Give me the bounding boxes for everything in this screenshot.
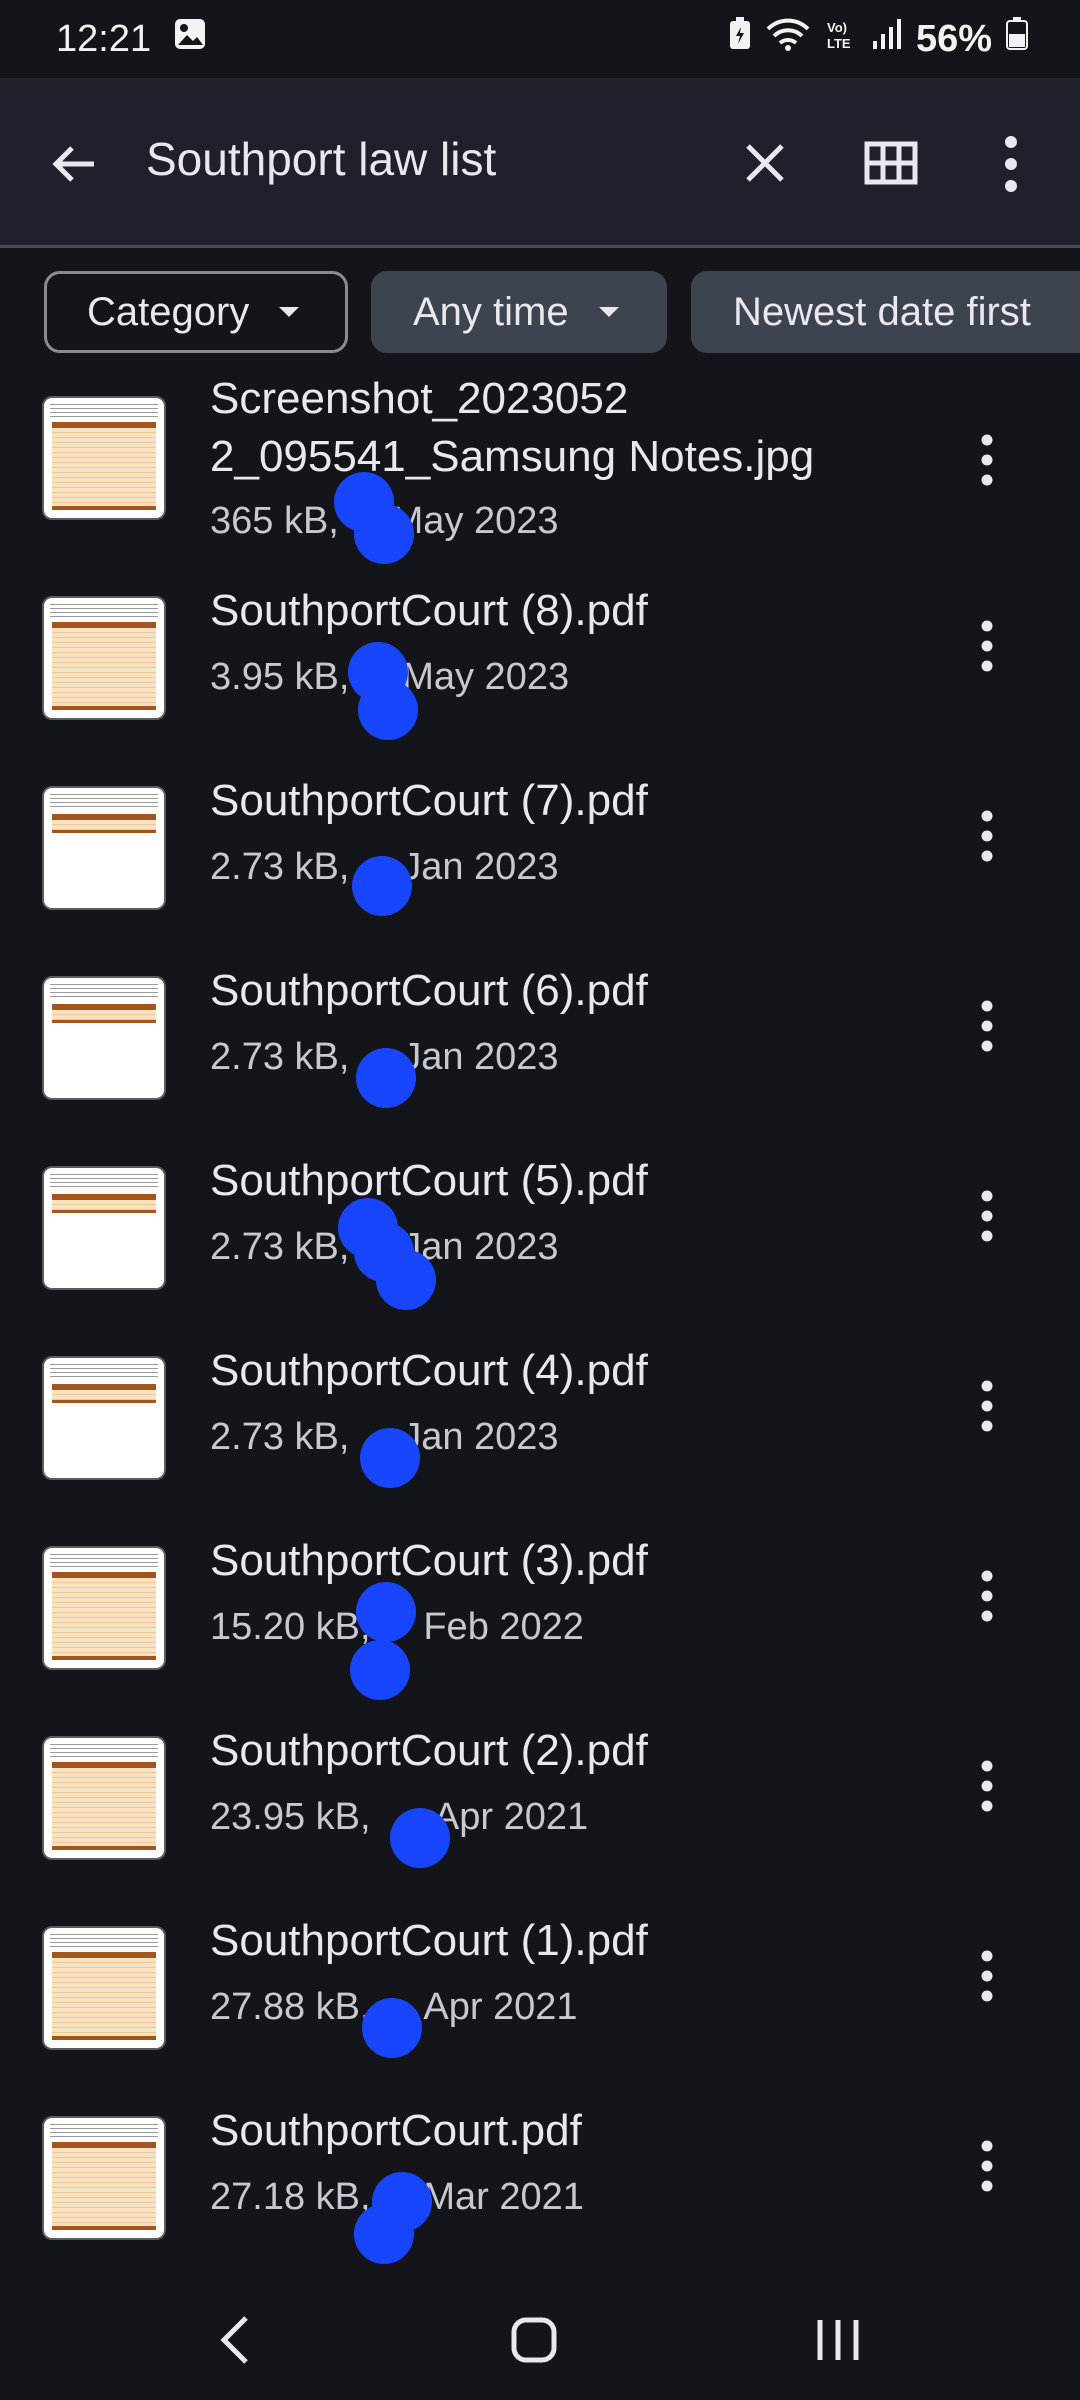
file-row[interactable]: Screenshot_2023052 2_095541_Samsung Note… [0,360,1080,550]
volte-icon: Vo) LTE [824,17,858,61]
status-left: 12:21 [56,17,207,61]
battery-saver-icon [728,17,752,61]
arrow-back-icon[interactable] [46,136,102,192]
file-name: SouthportCourt (7).pdf [210,776,648,825]
nav-home-icon[interactable] [504,2310,564,2370]
file-thumbnail [42,396,166,520]
more-vert-icon[interactable] [974,2138,1000,2194]
status-bar: 12:21 Vo) LTE 56% [0,0,1080,78]
touch-indicator-dot [350,1640,410,1700]
dropdown-caret-icon [279,307,300,317]
more-vert-icon[interactable] [974,1378,1000,1434]
file-row[interactable]: SouthportCourt (2).pdf 23.95 kB, Apr 202… [0,1722,1080,1912]
time-chip-label: Any time [413,289,569,334]
file-name: Screenshot_2023052 [210,374,629,423]
status-right: Vo) LTE 56% [728,17,1028,61]
more-vert-icon[interactable] [974,1758,1000,1814]
more-vert-icon[interactable] [974,618,1000,674]
search-app-bar: Southport law list [0,78,1080,248]
more-vert-icon[interactable] [974,1948,1000,2004]
close-icon[interactable] [740,138,790,188]
more-vert-icon[interactable] [974,1188,1000,1244]
file-row[interactable]: SouthportCourt (6).pdf 2.73 kB, Jan 2023 [0,962,1080,1152]
file-row[interactable]: SouthportCourt (1).pdf 27.88 kB, Apr 202… [0,1912,1080,2102]
file-name: SouthportCourt (4).pdf [210,1346,648,1395]
file-name: SouthportCourt (5).pdf [210,1156,648,1205]
category-chip[interactable]: Category [44,271,348,353]
system-nav-bar [0,2280,1080,2400]
file-thumbnail [42,1166,166,1290]
more-vert-icon[interactable] [974,1568,1000,1624]
signal-icon [872,17,902,61]
file-row[interactable]: SouthportCourt (4).pdf 2.73 kB, Jan 2023 [0,1342,1080,1532]
touch-indicator-dot [356,1582,416,1642]
file-row[interactable]: SouthportCourt (3).pdf 15.20 kB, Feb 202… [0,1532,1080,1722]
file-name: SouthportCourt (8).pdf [210,586,648,635]
file-thumbnail [42,1926,166,2050]
status-time: 12:21 [56,17,152,60]
file-name-line2: 2_095541_Samsung Notes.jpg [210,432,815,481]
file-thumbnail [42,786,166,910]
touch-indicator-dot [354,2204,414,2264]
battery-percent: 56% [915,17,992,60]
touch-indicator-dot [356,1048,416,1108]
more-vert-icon[interactable] [998,134,1024,194]
file-row[interactable]: SouthportCourt.pdf 27.18 kB, Mar 2021 [0,2102,1080,2292]
grid-view-icon[interactable] [864,136,918,190]
more-vert-icon[interactable] [974,432,1000,488]
file-name: SouthportCourt (1).pdf [210,1916,648,1965]
file-thumbnail [42,1546,166,1670]
time-chip[interactable]: Any time [371,271,667,353]
dropdown-caret-icon [598,307,619,317]
file-thumbnail [42,596,166,720]
file-row[interactable]: SouthportCourt (8).pdf 3.95 kB, May 2023 [0,582,1080,772]
file-thumbnail [42,1736,166,1860]
file-thumbnail [42,976,166,1100]
file-row[interactable]: SouthportCourt (7).pdf 2.73 kB, Jan 2023 [0,772,1080,962]
svg-text:Vo): Vo) [827,20,847,35]
more-vert-icon[interactable] [974,808,1000,864]
gallery-notification-icon [173,17,207,61]
sort-chip-label: Newest date first [733,289,1031,334]
file-name: SouthportCourt (3).pdf [210,1536,648,1585]
more-vert-icon[interactable] [974,998,1000,1054]
nav-back-icon[interactable] [206,2310,266,2370]
svg-text:LTE: LTE [827,36,851,51]
touch-indicator-dot [358,680,418,740]
touch-indicator-dot [352,856,412,916]
file-thumbnail [42,1356,166,1480]
filter-chips: Category Any time Newest date first [0,271,1080,357]
file-name: SouthportCourt (6).pdf [210,966,648,1015]
file-thumbnail [42,2116,166,2240]
touch-indicator-dot [360,1428,420,1488]
nav-recents-icon[interactable] [808,2310,868,2370]
file-name: SouthportCourt (2).pdf [210,1726,648,1775]
file-row[interactable]: SouthportCourt (5).pdf 2.73 kB, Jan 2023 [0,1152,1080,1342]
file-name: SouthportCourt.pdf [210,2106,582,2155]
battery-icon [1006,17,1028,61]
touch-indicator-dot [376,1250,436,1310]
search-query[interactable]: Southport law list [146,132,496,186]
category-chip-label: Category [87,289,250,334]
touch-indicator-dot [354,504,414,564]
touch-indicator-dot [390,1808,450,1868]
wifi-icon [766,17,810,61]
sort-chip[interactable]: Newest date first [691,271,1080,353]
touch-indicator-dot [362,1998,422,2058]
